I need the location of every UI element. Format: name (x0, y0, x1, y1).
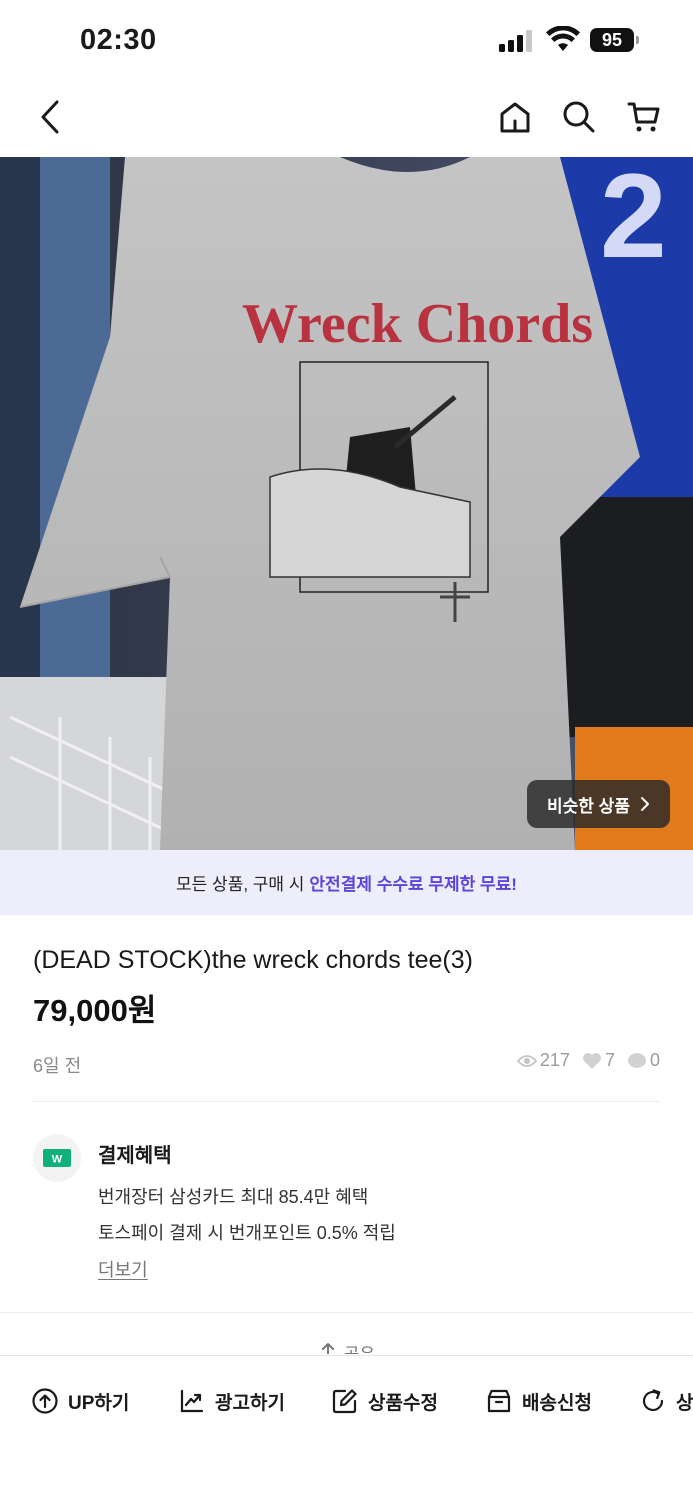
wifi-icon (546, 26, 580, 51)
home-button[interactable] (495, 97, 535, 137)
up-label: UP하기 (68, 1392, 130, 1414)
product-image[interactable]: 2 Wreck Chords 비슷한 상품 (0, 157, 693, 850)
search-button[interactable] (559, 97, 599, 137)
share-label: 공유 (344, 1340, 375, 1354)
box-icon (487, 1389, 511, 1413)
chevron-left-icon (41, 100, 59, 134)
status-bar: 02:30 95 (0, 0, 693, 80)
chats-count: 0 (649, 1050, 660, 1070)
bottom-toolbar: UP하기 광고하기 상품수정 배송신청 상 (0, 1355, 693, 1500)
similar-products-label: 비슷한 상품 (547, 796, 630, 816)
likes-count: 7 (604, 1050, 615, 1070)
battery-icon: 95 (590, 28, 640, 52)
posted-time: 6일 전 (33, 1056, 82, 1076)
svg-text:2: 2 (600, 157, 667, 283)
views-count: 217 (539, 1050, 570, 1070)
home-icon (500, 102, 530, 133)
share-icon (321, 1343, 334, 1354)
delivery-request-label: 배송신청 (522, 1392, 592, 1414)
cellular-signal-icon (499, 30, 535, 52)
up-button[interactable]: UP하기 (32, 1386, 129, 1416)
product-stats: 217 7 0 (516, 1050, 660, 1071)
views-stat: 217 (516, 1050, 570, 1071)
cart-icon (627, 102, 660, 132)
edit-icon (332, 1389, 357, 1414)
divider (33, 1101, 660, 1102)
promo-highlight: 안전결제 수수료 무제한 무료! (309, 875, 517, 894)
search-icon (563, 101, 595, 133)
likes-stat: 7 (582, 1050, 615, 1071)
benefit-toss-pay: 토스페이 결제 시 번개포인트 0.5% 적립 (98, 1223, 396, 1243)
promo-banner[interactable]: 모든 상품, 구매 시 안전결제 수수료 무제한 무료! (0, 850, 693, 915)
svg-text:W: W (52, 1154, 63, 1166)
status-time: 02:30 (80, 24, 157, 56)
arrow-up-circle-icon (32, 1388, 58, 1414)
chat-bubble-icon (627, 1052, 646, 1068)
refresh-icon (642, 1389, 664, 1412)
edit-product-label: 상품수정 (368, 1392, 438, 1414)
edit-product-button[interactable]: 상품수정 (332, 1386, 438, 1416)
payment-benefit-icon: W (33, 1134, 81, 1182)
refresh-label: 상 (676, 1392, 693, 1414)
similar-products-button[interactable]: 비슷한 상품 (527, 780, 670, 828)
delivery-request-button[interactable]: 배송신청 (486, 1386, 592, 1416)
battery-level: 95 (590, 28, 634, 52)
refresh-button[interactable]: 상 (640, 1386, 693, 1416)
heart-icon (582, 1052, 601, 1069)
back-button[interactable] (30, 97, 70, 137)
advertise-label: 광고하기 (215, 1392, 285, 1414)
advertise-button[interactable]: 광고하기 (179, 1386, 285, 1416)
promo-text: 모든 상품, 구매 시 (176, 875, 305, 894)
nav-bar (0, 80, 693, 157)
share-button[interactable]: 공유 (0, 1340, 693, 1354)
trending-chart-icon (180, 1389, 204, 1413)
print-text: Wreck Chords (242, 293, 593, 355)
tshirt-photo: 2 Wreck Chords (0, 157, 693, 850)
benefit-samsung-card: 번개장터 삼성카드 최대 85.4만 혜택 (98, 1187, 369, 1207)
eye-icon (516, 1054, 537, 1067)
bunjang-pay-icon: W (43, 1149, 71, 1167)
more-benefits-link[interactable]: 더보기 (98, 1256, 148, 1282)
cart-button[interactable] (624, 97, 664, 137)
chevron-right-icon (640, 797, 649, 811)
section-divider (0, 1312, 693, 1313)
product-price: 79,000원 (33, 993, 157, 1028)
chats-stat: 0 (627, 1050, 660, 1071)
benefit-title: 결제혜택 (98, 1145, 172, 1167)
product-title: (DEAD STOCK)the wreck chords tee(3) (33, 946, 473, 974)
